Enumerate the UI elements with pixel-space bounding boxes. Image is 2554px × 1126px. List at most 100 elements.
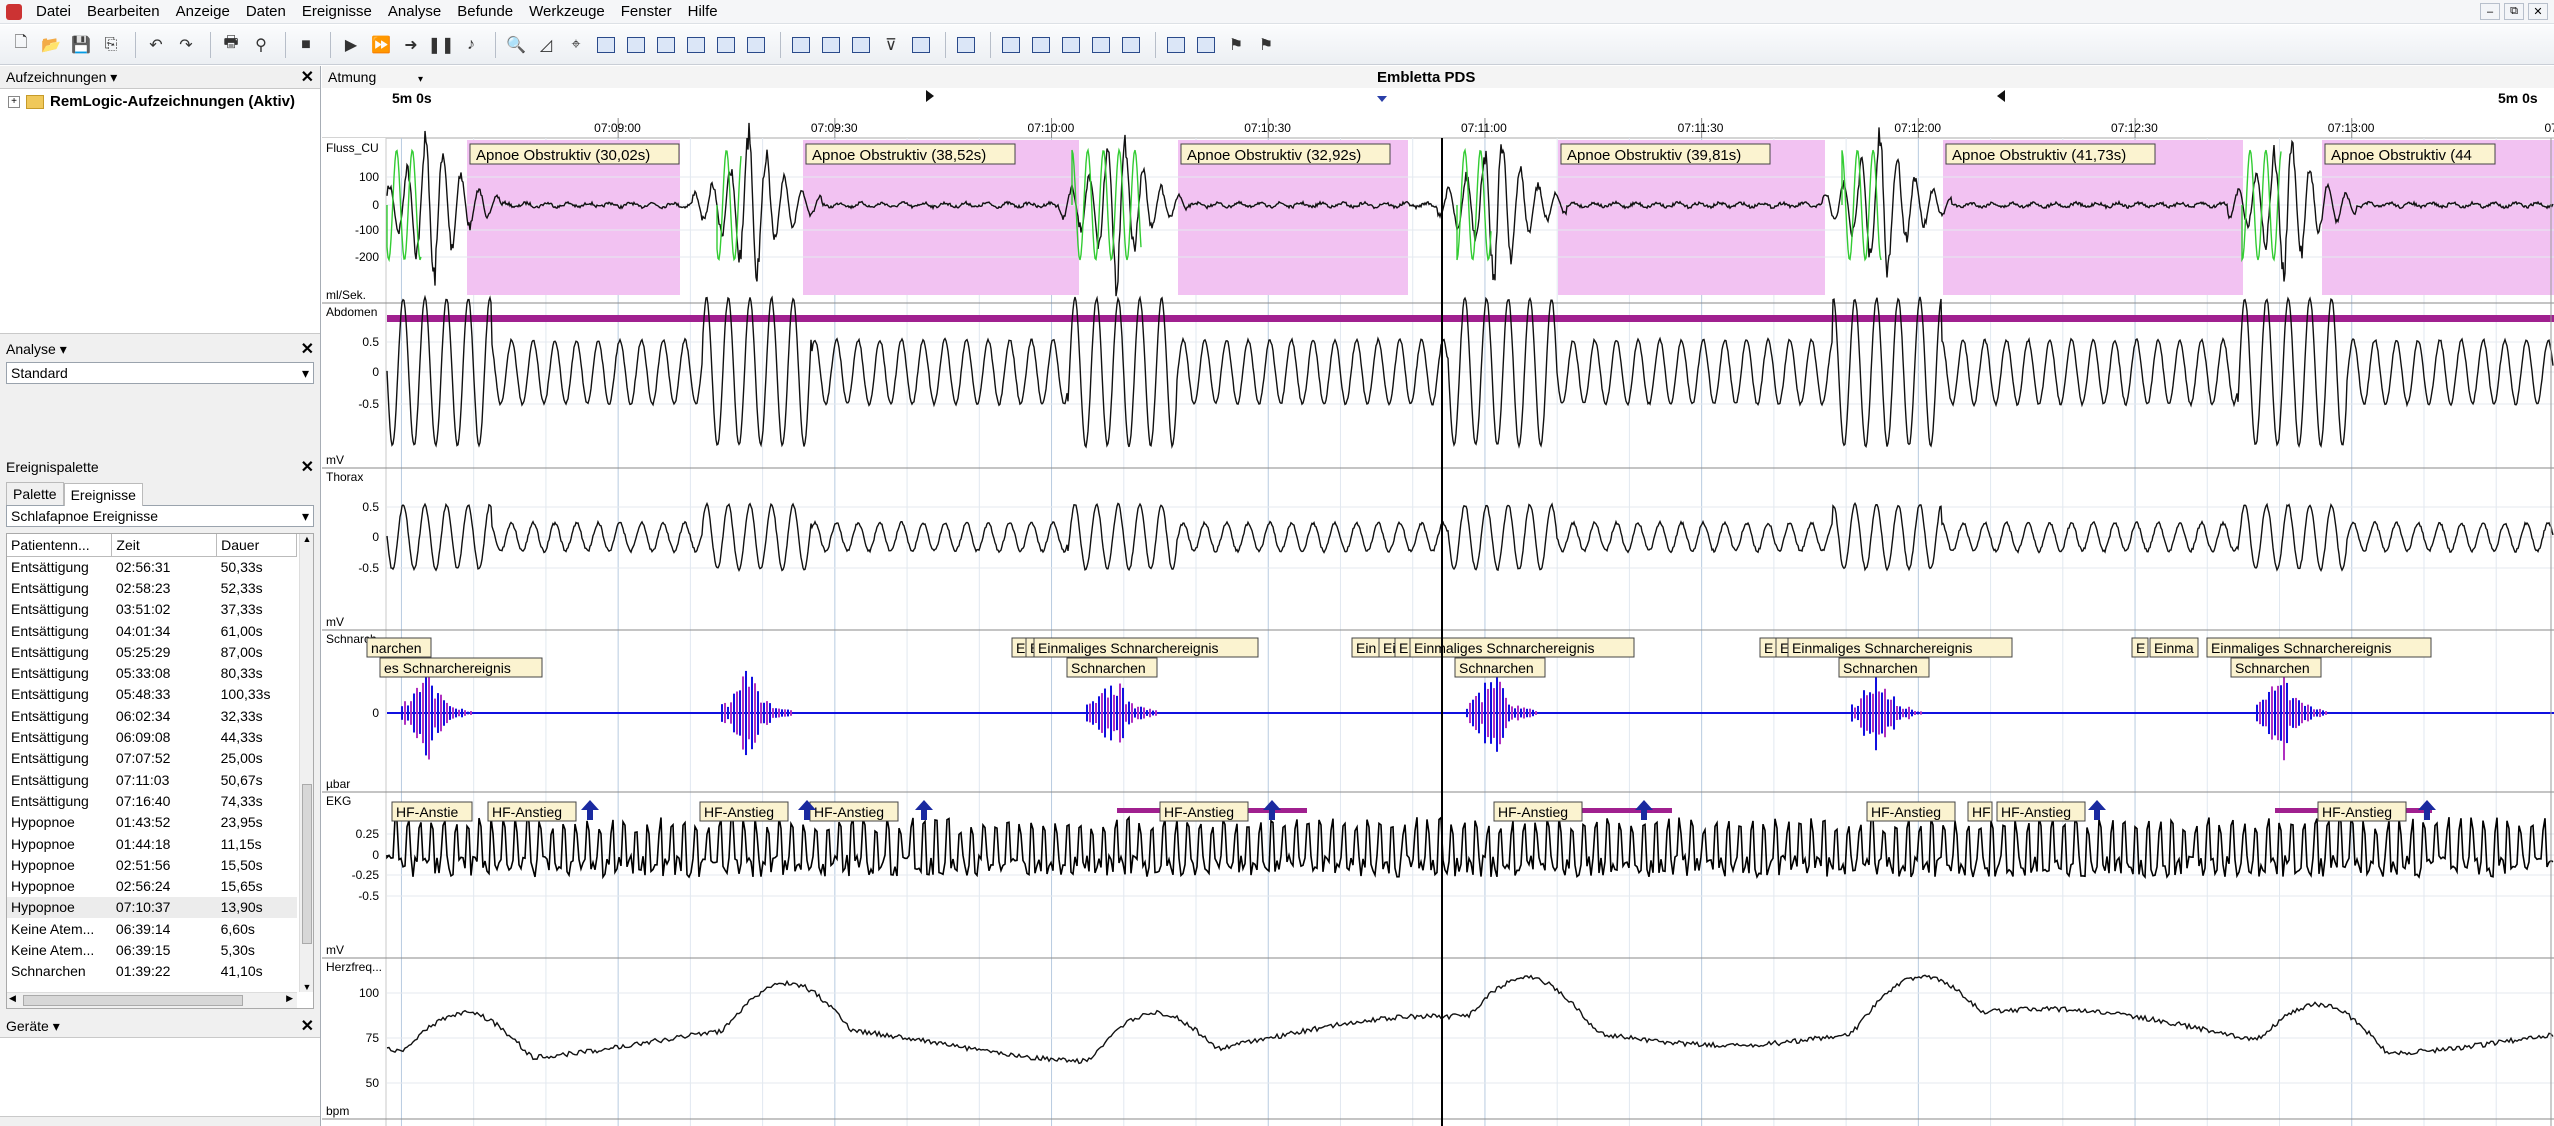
scroll-right-icon[interactable]: ▶ (286, 993, 293, 1004)
layout-5-icon[interactable] (713, 32, 739, 58)
column-header-patient[interactable]: Patientenn... (7, 534, 113, 557)
scroll-left-icon[interactable]: ◀ (9, 993, 16, 1004)
event-2-icon[interactable] (1028, 32, 1054, 58)
menu-7[interactable]: Werkzeuge (521, 3, 613, 20)
event-row[interactable]: Hypopnoe 02:51:56 15,50s (7, 854, 297, 875)
arrow-up-icon[interactable] (915, 800, 933, 820)
redo-icon[interactable]: ↷ (173, 32, 199, 58)
event-5-icon[interactable] (1118, 32, 1144, 58)
channel-scale-icon[interactable] (848, 32, 874, 58)
vertical-scrollbar[interactable]: ▲ ▼ (299, 534, 313, 992)
save-icon[interactable]: 💾 (68, 32, 94, 58)
palette-close-icon[interactable]: ✕ (301, 457, 314, 477)
signal-view[interactable]: Atmung ▾ Embletta PDS 5m 0s 5m 0s 07:09:00 07:… (322, 66, 2554, 1126)
new-icon[interactable]: 🗋 (8, 32, 34, 58)
scoring-icon[interactable] (788, 32, 814, 58)
event-3-icon[interactable] (1058, 32, 1084, 58)
arrow-up-icon[interactable] (1263, 800, 1281, 820)
scroll-up-icon[interactable]: ▲ (300, 534, 313, 544)
event-row[interactable]: Entsättigung 05:25:29 87,00s (7, 641, 297, 662)
channel-move-icon[interactable] (818, 32, 844, 58)
tab-events[interactable]: Ereignisse (63, 483, 143, 506)
event-row[interactable]: Entsättigung 06:09:08 44,33s (7, 726, 297, 747)
event-row[interactable]: Entsättigung 06:02:34 32,33s (7, 705, 297, 726)
restore-button[interactable]: ⧉ (2504, 3, 2524, 20)
event-row[interactable]: Hypopnoe 01:44:18 11,15s (7, 833, 297, 854)
minimize-button[interactable]: – (2480, 3, 2500, 20)
search-icon[interactable]: 🔍 (503, 32, 529, 58)
menu-6[interactable]: Befunde (449, 3, 521, 20)
event-row[interactable]: Entsättigung 07:16:40 74,33s (7, 790, 297, 811)
event-row[interactable]: Entsättigung 04:01:34 61,00s (7, 620, 297, 641)
menu-0[interactable]: Datei (28, 3, 79, 20)
menu-4[interactable]: Ereignisse (294, 3, 380, 20)
open-icon[interactable]: 📂 (38, 32, 64, 58)
event-6-icon[interactable] (1163, 32, 1189, 58)
app-icon[interactable] (6, 3, 22, 20)
channel-name[interactable]: Thorax (326, 470, 363, 484)
devices-close-icon[interactable]: ✕ (301, 1016, 314, 1036)
layout-2-icon[interactable] (623, 32, 649, 58)
measure-icon[interactable]: ◿ (533, 32, 559, 58)
layout-4-icon[interactable] (683, 32, 709, 58)
time-ruler[interactable] (322, 88, 2554, 138)
arrow-up-icon[interactable] (1635, 800, 1653, 820)
event-1-icon[interactable] (998, 32, 1024, 58)
crosshair-icon[interactable]: ⌖ (563, 32, 589, 58)
layout-6-icon[interactable] (743, 32, 769, 58)
menu-3[interactable]: Daten (238, 3, 294, 20)
hscroll-thumb[interactable] (23, 995, 243, 1006)
event-row[interactable]: Entsättigung 05:33:08 80,33s (7, 662, 297, 683)
flag-1-icon[interactable]: ⚑ (1223, 32, 1249, 58)
event-7-icon[interactable] (1193, 32, 1219, 58)
montage-icon[interactable] (908, 32, 934, 58)
menu-1[interactable]: Bearbeiten (79, 3, 168, 20)
event-row[interactable]: Entsättigung 05:48:33 100,33s (7, 684, 297, 705)
undo-icon[interactable]: ↶ (143, 32, 169, 58)
analysis-select[interactable]: Standard ▾ (6, 362, 314, 384)
menu-2[interactable]: Anzeige (168, 3, 238, 20)
layout-1-icon[interactable] (593, 32, 619, 58)
recordings-close-icon[interactable]: ✕ (301, 67, 314, 87)
column-header-time[interactable]: Zeit (111, 534, 218, 557)
arrow-up-icon[interactable] (2418, 800, 2436, 820)
channel-group-select[interactable]: Atmung (328, 69, 376, 85)
channel-name[interactable]: Abdomen (326, 305, 377, 319)
arrow-up-icon[interactable] (2088, 800, 2106, 820)
event-row[interactable]: Hypopnoe 02:56:24 15,65s (7, 875, 297, 896)
menu-9[interactable]: Hilfe (680, 3, 726, 20)
event-row[interactable]: Schnarchen 01:39:22 41,10s (7, 961, 297, 982)
tab-palette[interactable]: Palette (6, 482, 64, 505)
copy-icon[interactable]: ⎘ (98, 32, 124, 58)
menu-5[interactable]: Analyse (380, 3, 449, 20)
channel-name[interactable]: Herzfreq... (326, 960, 382, 974)
event-4-icon[interactable] (1088, 32, 1114, 58)
print-icon[interactable]: 🖶 (218, 32, 244, 58)
filter-icon[interactable]: ⊽ (878, 32, 904, 58)
event-row[interactable]: Entsättigung 07:07:52 25,00s (7, 748, 297, 769)
event-row[interactable]: Entsättigung 03:51:02 37,33s (7, 599, 297, 620)
horizontal-scrollbar[interactable]: ◀ ▶ (7, 992, 297, 1008)
fast-forward-icon[interactable]: ⏩ (368, 32, 394, 58)
events-filter-select[interactable]: Schlafapnoe Ereignisse ▾ (6, 505, 314, 527)
event-row[interactable]: Keine Atem... 06:39:15 5,30s (7, 939, 297, 960)
event-row[interactable]: Entsättigung 02:56:31 50,33s (7, 556, 297, 577)
signal-canvas[interactable]: Atmung ▾ Embletta PDS 5m 0s 5m 0s 07:09:00 07:… (322, 66, 2554, 1126)
event-row[interactable]: Hypopnoe 07:10:37 13,90s (7, 896, 297, 919)
music-note-icon[interactable]: ♪ (458, 32, 484, 58)
play-icon[interactable]: ▶ (338, 32, 364, 58)
expand-icon[interactable]: + (8, 95, 20, 108)
arrow-up-icon[interactable] (581, 800, 599, 820)
close-button[interactable]: ✕ (2528, 3, 2548, 20)
recordings-tree-item[interactable]: + RemLogic-Aufzeichnungen (Aktiv) (0, 89, 320, 114)
user-lookup-icon[interactable]: ⚲ (248, 32, 274, 58)
channel-name[interactable]: EKG (326, 794, 351, 808)
event-row[interactable]: Hypopnoe 01:43:52 23,95s (7, 812, 297, 833)
scrollbar-thumb[interactable] (302, 784, 312, 944)
layout-3-icon[interactable] (653, 32, 679, 58)
event-row[interactable]: Keine Atem... 06:39:14 6,60s (7, 918, 297, 939)
hypnogram-icon[interactable] (953, 32, 979, 58)
flag-2-icon[interactable]: ⚑ (1253, 32, 1279, 58)
event-row[interactable]: Entsättigung 02:58:23 52,33s (7, 577, 297, 598)
channel-name[interactable]: Fluss_CU (326, 141, 379, 155)
